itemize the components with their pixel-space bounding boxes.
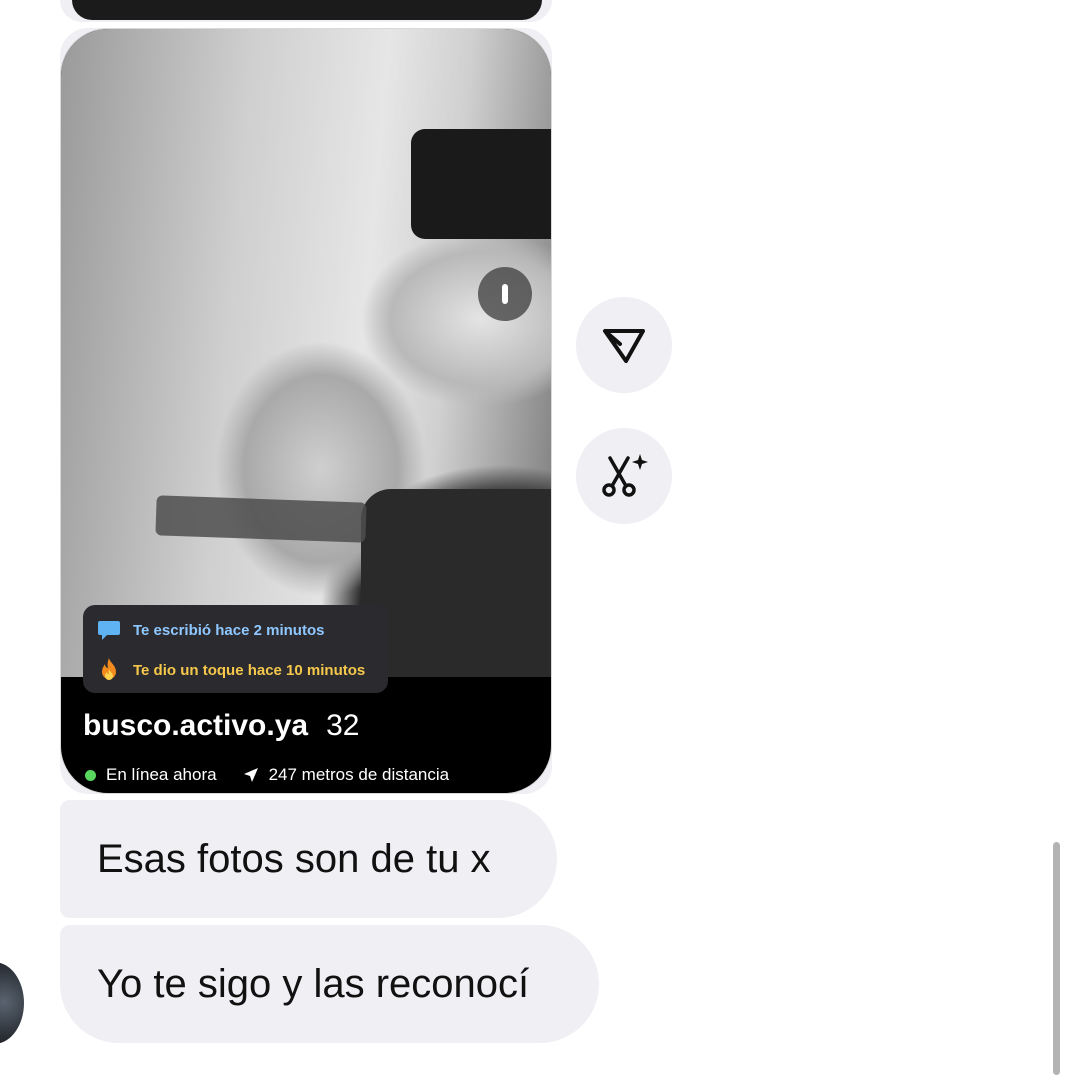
message-text: Esas fotos son de tu x — [97, 837, 491, 881]
online-status: En línea ahora — [106, 765, 217, 784]
profile-age: 32 — [326, 709, 360, 742]
profile-photo[interactable] — [61, 29, 551, 677]
photo-detail — [361, 489, 551, 677]
send-triangle-icon — [603, 329, 645, 363]
scissors-sparkle-icon — [602, 454, 648, 497]
fire-icon — [102, 658, 116, 680]
profile-username: busco.activo.ya — [83, 709, 309, 742]
distance-text: 247 metros de distancia — [268, 765, 450, 784]
location-arrow-icon — [243, 768, 258, 782]
scrollbar[interactable] — [1053, 842, 1060, 1075]
chat-bubble-icon — [98, 621, 120, 640]
sender-avatar[interactable] — [0, 962, 24, 1044]
profile-meta-row: En línea ahora 247 metros de distancia — [85, 765, 449, 785]
previous-photo-edge[interactable] — [72, 0, 542, 20]
online-indicator-icon — [85, 769, 96, 781]
cutout-button[interactable] — [576, 428, 672, 524]
pause-icon — [502, 284, 508, 304]
message-text: Yo te sigo y las reconocí — [97, 962, 530, 1006]
pause-button[interactable] — [478, 267, 532, 321]
activity-wrote-text: Te escribió hace 2 minutos — [133, 621, 325, 639]
photo-detail — [411, 129, 551, 239]
profile-name-row: busco.activo.ya 32 — [83, 709, 359, 743]
activity-tapped-row: Te dio un toque hace 10 minutos — [97, 657, 365, 683]
share-button[interactable] — [576, 297, 672, 393]
message-bubble[interactable]: Yo te sigo y las reconocí — [60, 925, 599, 1043]
activity-tapped-text: Te dio un toque hace 10 minutos — [133, 661, 366, 679]
chat-screen: Te escribió hace 2 minutos Te dio un toq… — [0, 0, 1071, 1075]
shared-profile-card[interactable]: Te escribió hace 2 minutos Te dio un toq… — [60, 28, 552, 794]
message-bubble[interactable]: Esas fotos son de tu x — [60, 800, 557, 918]
activity-wrote-row: Te escribió hace 2 minutos — [97, 619, 324, 641]
photo-detail — [155, 495, 367, 543]
activity-panel: Te escribió hace 2 minutos Te dio un toq… — [83, 605, 388, 693]
